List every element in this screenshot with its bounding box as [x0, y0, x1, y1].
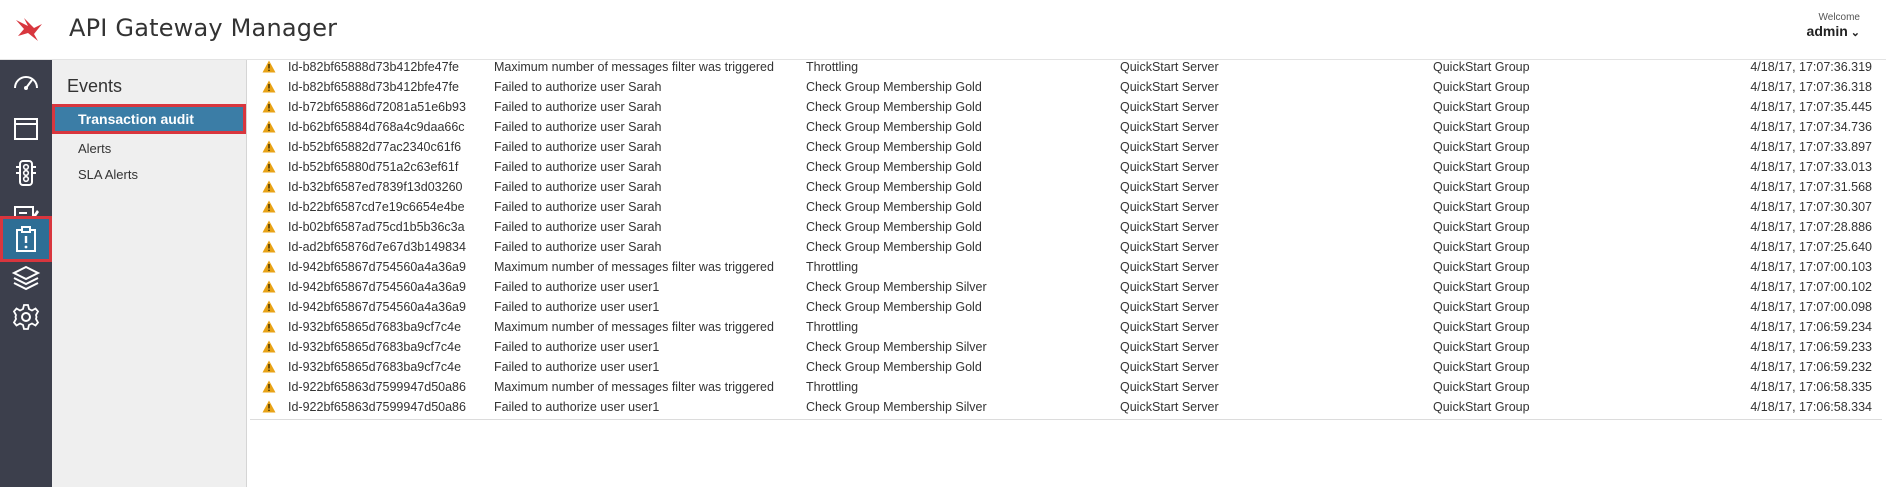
warning-icon	[262, 300, 276, 313]
warning-icon	[262, 280, 276, 293]
transaction-audit-table: Id-b82bf65888d73b412bfe47fe Maximum numbe…	[250, 60, 1886, 487]
gear-icon	[12, 304, 40, 330]
top-bar: API Gateway Manager Welcome admin ⌄	[0, 0, 1886, 60]
axway-logo-icon	[16, 18, 42, 41]
warning-icon	[262, 160, 276, 173]
subnav-title: Events	[67, 76, 123, 96]
nav-dashboard[interactable]	[0, 60, 52, 106]
user-menu[interactable]: Welcome admin ⌄	[1807, 12, 1860, 41]
warning-icon	[262, 180, 276, 193]
icon-sidebar	[0, 60, 52, 487]
warning-icon	[262, 140, 276, 153]
warning-icon	[262, 340, 276, 353]
warning-icon	[262, 360, 276, 373]
warning-icon	[262, 60, 276, 73]
chevron-down-icon: ⌄	[1850, 27, 1860, 39]
nav-monitoring[interactable]	[0, 106, 52, 152]
window-icon	[14, 118, 38, 140]
traffic-light-icon	[16, 160, 36, 186]
warning-icon	[262, 100, 276, 113]
user-menu-button[interactable]: admin ⌄	[1807, 23, 1860, 39]
warning-icon	[262, 80, 276, 93]
warning-icon	[262, 380, 276, 393]
warning-icon	[262, 200, 276, 213]
warning-icon	[262, 320, 276, 333]
app-title: API Gateway Manager	[69, 14, 338, 42]
warning-icon	[262, 400, 276, 413]
speedometer-icon	[14, 76, 38, 90]
event-message: Failed to authorize user user1	[494, 400, 660, 414]
nav-traffic[interactable]	[0, 150, 52, 196]
subnav-item-sla-alerts[interactable]: SLA Alerts	[52, 160, 246, 190]
clipboard-alert-icon	[16, 226, 36, 252]
transaction-id: Id-922bf65863d7599947d50a86	[288, 400, 466, 414]
warning-icon	[262, 120, 276, 133]
warning-icon	[262, 260, 276, 273]
username: admin	[1806, 23, 1848, 39]
server-name: QuickStart Server	[1120, 400, 1219, 414]
warning-icon	[262, 220, 276, 233]
nav-settings[interactable]	[0, 294, 52, 340]
table-row[interactable]: Id-922bf65863d7599947d50a86 Failed to aut…	[250, 395, 1882, 420]
filter-name: Check Group Membership Silver	[806, 400, 987, 414]
events-subnav: Events Transaction audit Alerts SLA Aler…	[52, 60, 247, 487]
subnav-item-transaction-audit[interactable]: Transaction audit	[52, 104, 246, 134]
welcome-label: Welcome	[1818, 12, 1861, 23]
timestamp: 4/18/17, 17:06:58.334	[1750, 400, 1872, 414]
layers-icon	[11, 265, 41, 291]
warning-icon	[262, 240, 276, 253]
